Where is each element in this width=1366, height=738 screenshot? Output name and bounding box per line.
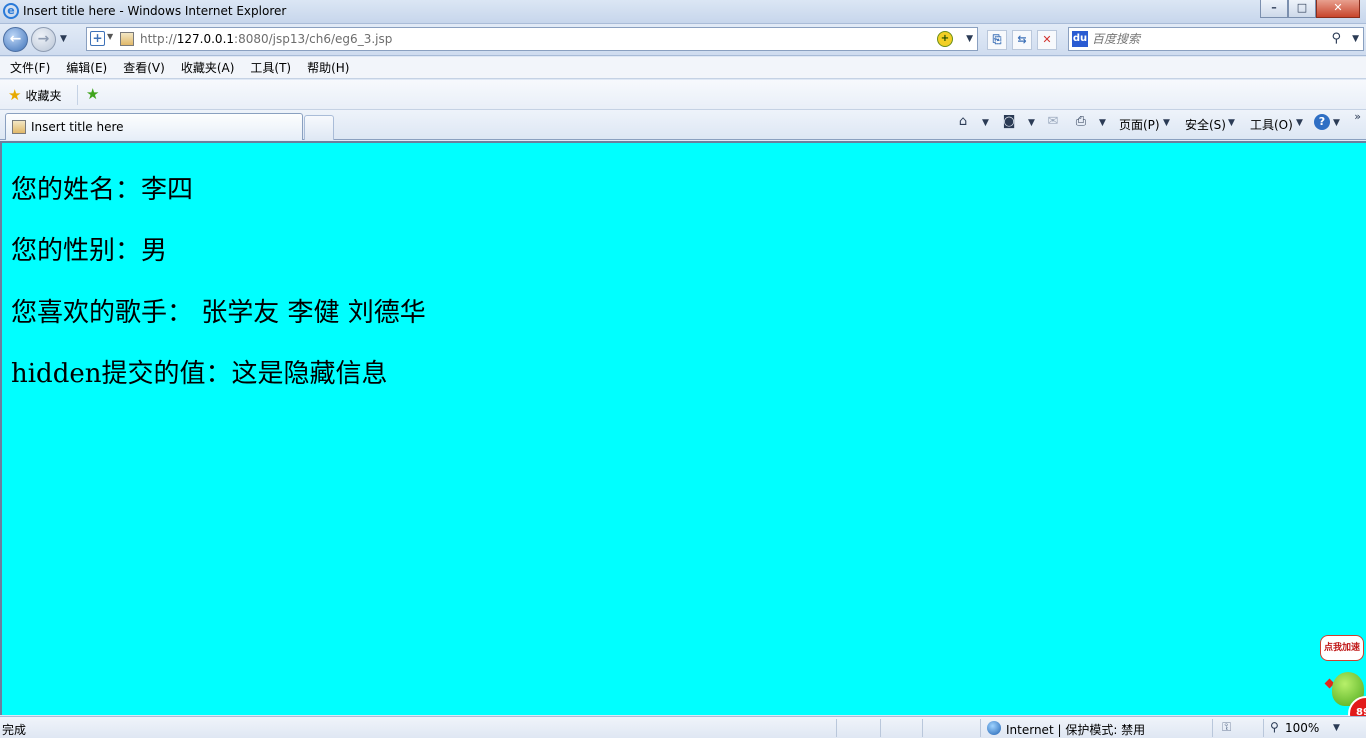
- address-dropdown-icon[interactable]: ▼: [966, 34, 973, 44]
- divider: [1263, 719, 1264, 737]
- page-icon: [120, 32, 134, 46]
- divider: [1212, 719, 1213, 737]
- menu-bar: 文件(F) 编辑(E) 查看(V) 收藏夹(A) 工具(T) 帮助(H): [0, 57, 1366, 79]
- name-line: 您的姓名：李四: [11, 175, 194, 205]
- favorites-button[interactable]: ★ 收藏夹: [8, 87, 61, 104]
- url-host: 127.0.0.1: [176, 32, 235, 46]
- address-url[interactable]: http://127.0.0.1:8080/jsp13/ch6/eg6_3.js…: [140, 32, 392, 46]
- url-prefix: http://: [140, 32, 177, 46]
- navigation-bar: ← → ▼ + ▼ http://127.0.0.1:8080/jsp13/ch…: [0, 24, 1366, 56]
- menu-edit[interactable]: 编辑(E): [66, 59, 107, 76]
- tab-active[interactable]: Insert title here: [5, 113, 303, 140]
- singers-line: 您喜欢的歌手： 张学友 李健 刘德华: [11, 298, 426, 328]
- divider: [980, 719, 981, 737]
- add-site-icon[interactable]: +: [90, 31, 105, 46]
- more-commands-icon[interactable]: »: [1354, 110, 1361, 123]
- status-bar: 完成 Internet | 保护模式: 禁用 ⚿ ⚲ 100% ▼: [0, 716, 1366, 738]
- security-status-icon[interactable]: ⚿: [1222, 720, 1231, 735]
- search-icon[interactable]: ⚲: [1331, 31, 1341, 46]
- mail-icon[interactable]: ✉: [1045, 114, 1061, 130]
- speedup-bubble[interactable]: 点我加速: [1320, 635, 1364, 661]
- search-box[interactable]: du ⚲ ▼: [1068, 27, 1364, 51]
- menu-tools[interactable]: 工具(T): [250, 59, 291, 76]
- refresh-button[interactable]: ⇆: [1012, 30, 1032, 50]
- page-icon: [12, 120, 26, 134]
- url-path: :8080/jsp13/ch6/eg6_3.jsp: [234, 32, 393, 46]
- help-dropdown-icon[interactable]: ▼: [1333, 118, 1340, 128]
- status-text: 完成: [2, 723, 27, 737]
- home-icon[interactable]: ⌂: [955, 114, 971, 130]
- tools-dropdown-icon[interactable]: ▼: [1296, 118, 1303, 128]
- print-dropdown-icon[interactable]: ▼: [1099, 118, 1106, 128]
- compatibility-view-button[interactable]: ⎘: [987, 30, 1007, 50]
- stop-button[interactable]: ✕: [1037, 30, 1057, 50]
- zoom-dropdown-icon[interactable]: ▼: [1333, 723, 1340, 733]
- menu-view[interactable]: 查看(V): [123, 59, 165, 76]
- minimize-button[interactable]: –: [1260, 0, 1288, 18]
- gender-line: 您的性别：男: [11, 236, 168, 266]
- divider: [77, 85, 78, 105]
- star-icon: ★: [8, 86, 22, 104]
- safety-menu-button[interactable]: 安全(S): [1185, 116, 1226, 133]
- zoom-level[interactable]: 100%: [1285, 721, 1319, 735]
- maximize-button[interactable]: □: [1288, 0, 1316, 18]
- divider: [922, 719, 923, 737]
- search-options-dropdown-icon[interactable]: ▼: [1352, 34, 1359, 44]
- chevron-down-icon[interactable]: ▼: [107, 32, 113, 41]
- favorites-bar: ★ 收藏夹 ★: [0, 80, 1366, 110]
- tab-label: Insert title here: [31, 120, 124, 134]
- page-menu-button[interactable]: 页面(P): [1119, 116, 1160, 133]
- baidu-icon: du: [1072, 31, 1088, 47]
- search-input[interactable]: [1092, 30, 1322, 48]
- feeds-icon[interactable]: ◙: [1001, 114, 1017, 130]
- compatibility-icon[interactable]: +: [937, 31, 953, 47]
- window-title: Insert title here - Windows Internet Exp…: [23, 4, 287, 18]
- divider: [836, 719, 837, 737]
- divider: [880, 719, 881, 737]
- safety-dropdown-icon[interactable]: ▼: [1228, 118, 1235, 128]
- help-icon[interactable]: ?: [1314, 114, 1330, 130]
- back-button[interactable]: ←: [3, 27, 28, 52]
- feeds-dropdown-icon[interactable]: ▼: [1028, 118, 1035, 128]
- title-bar: e Insert title here - Windows Internet E…: [0, 0, 1366, 24]
- security-zone-text[interactable]: Internet | 保护模式: 禁用: [1006, 721, 1145, 738]
- tools-menu-button[interactable]: 工具(O): [1250, 116, 1293, 133]
- home-dropdown-icon[interactable]: ▼: [982, 118, 989, 128]
- recent-pages-dropdown-icon[interactable]: ▼: [60, 34, 67, 44]
- print-icon[interactable]: ⎙: [1073, 114, 1089, 130]
- forward-button[interactable]: →: [31, 27, 56, 52]
- address-bar[interactable]: + ▼ http://127.0.0.1:8080/jsp13/ch6/eg6_…: [86, 27, 978, 51]
- internet-zone-icon[interactable]: [987, 721, 1001, 735]
- page-content: 您的姓名：李四 您的性别：男 您喜欢的歌手： 张学友 李健 刘德华 hidden…: [0, 141, 1366, 715]
- new-tab-button[interactable]: [304, 115, 334, 140]
- page-dropdown-icon[interactable]: ▼: [1163, 118, 1170, 128]
- close-window-button[interactable]: ✕: [1316, 0, 1360, 18]
- menu-help[interactable]: 帮助(H): [307, 59, 349, 76]
- window-controls: – □ ✕: [1260, 0, 1360, 19]
- hidden-value-line: hidden提交的值：这是隐藏信息: [11, 359, 388, 389]
- menu-file[interactable]: 文件(F): [10, 59, 50, 76]
- add-to-favorites-bar-icon[interactable]: ★: [86, 86, 99, 102]
- menu-favorites[interactable]: 收藏夹(A): [181, 59, 235, 76]
- ie-logo-icon: e: [3, 3, 19, 19]
- zoom-icon[interactable]: ⚲: [1270, 720, 1279, 734]
- favorites-label: 收藏夹: [25, 89, 62, 103]
- tab-row: Insert title here ⌂ ▼ ◙ ▼ ✉ ⎙ ▼ 页面(P) ▼ …: [0, 110, 1366, 140]
